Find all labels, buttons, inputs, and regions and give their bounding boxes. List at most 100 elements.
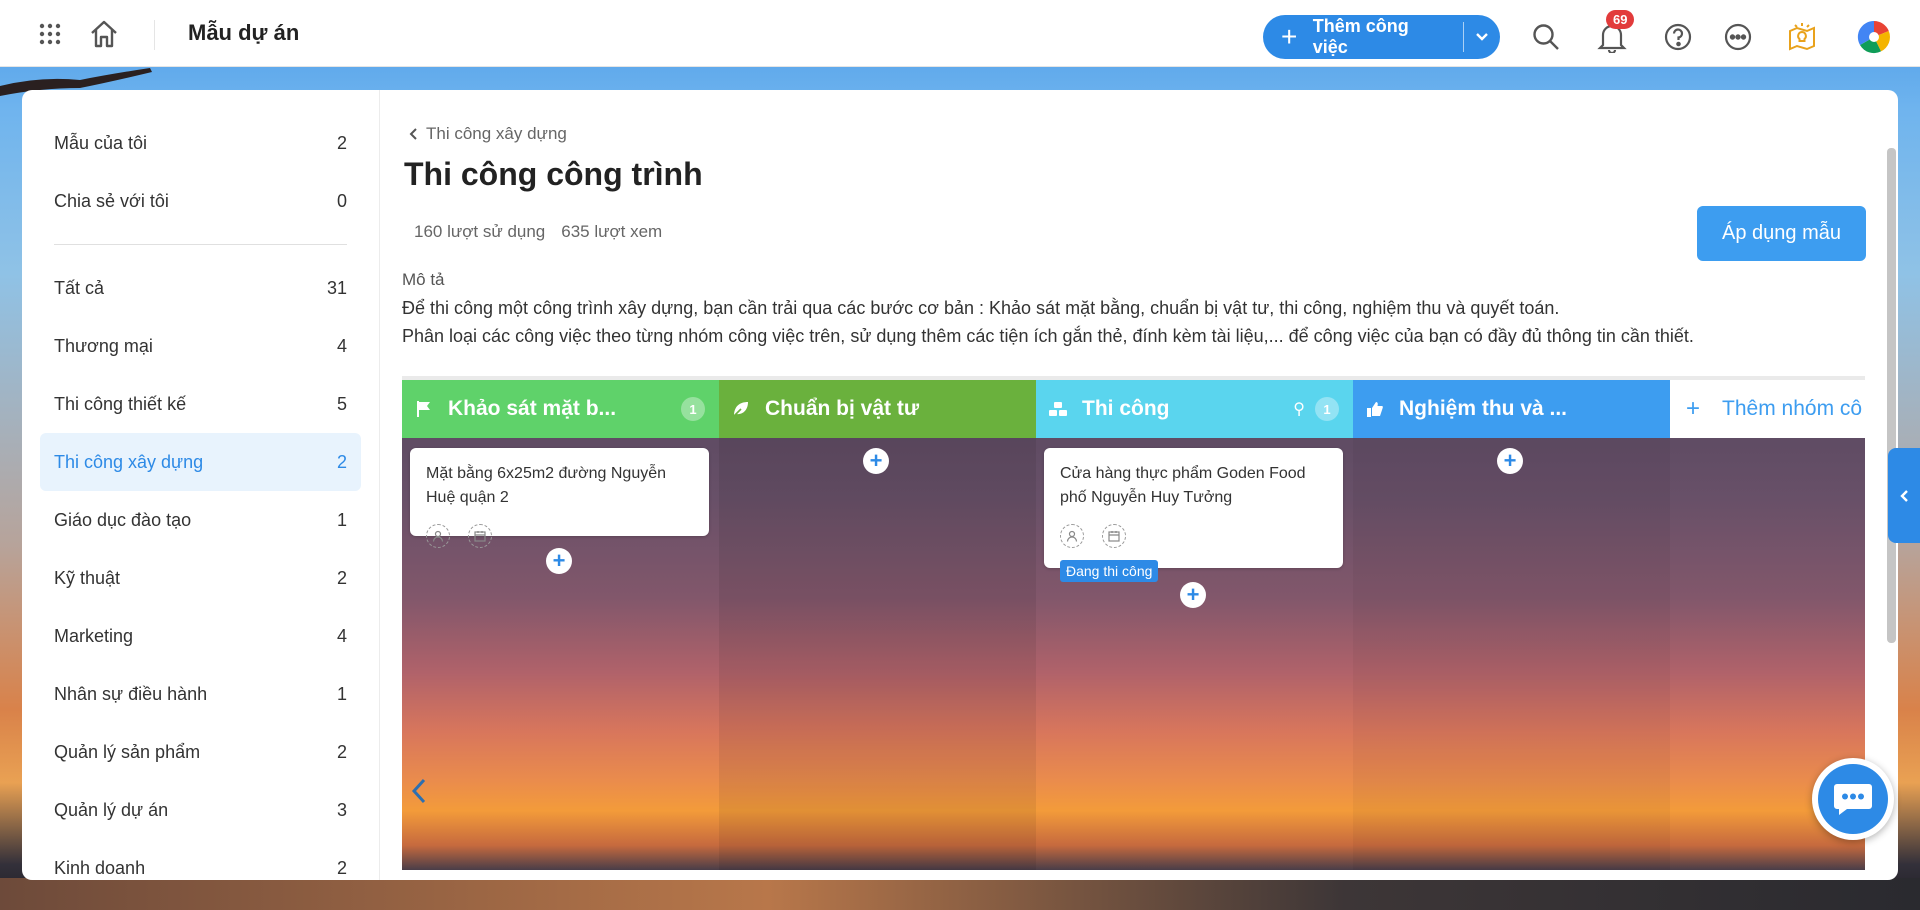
more-icon[interactable]: [1718, 17, 1758, 57]
chat-icon: [1818, 764, 1888, 834]
column-menu-icon[interactable]: ⚲: [1293, 399, 1305, 419]
thumbs-up-icon: [1365, 401, 1385, 417]
category-sidebar: Mẫu của tôi 2 Chia sẻ với tôi 0 Tất cả 3…: [22, 90, 380, 880]
card-actions: [1060, 524, 1327, 548]
apps-grid-icon[interactable]: [30, 14, 70, 54]
sidebar-item-my-templates[interactable]: Mẫu của tôi 2: [40, 114, 361, 172]
add-task-button[interactable]: + Thêm công việc: [1263, 15, 1500, 59]
chevron-left-icon: [409, 128, 417, 140]
sidebar-item-count: 2: [336, 741, 347, 762]
apply-template-button[interactable]: Áp dụng mẫu: [1697, 206, 1866, 261]
leaf-icon: [731, 400, 751, 418]
sidebar-item-product-management[interactable]: Quản lý sản phẩm 2: [40, 723, 361, 781]
sidebar-item-hr-management[interactable]: Nhân sự điều hành 1: [40, 665, 361, 723]
column-header-materials[interactable]: Chuẩn bị vật tư: [719, 380, 1036, 438]
card-actions: [426, 524, 693, 548]
column-count: 1: [681, 397, 705, 421]
sidebar-divider: [54, 244, 347, 245]
calendar-icon[interactable]: [468, 524, 492, 548]
description-label: Mô tả: [402, 270, 445, 289]
usage-count: 160 lượt sử dụng: [414, 222, 546, 241]
add-card-button[interactable]: +: [1497, 448, 1523, 474]
sidebar-item-building-construction[interactable]: Thi công xây dựng 2: [40, 433, 361, 491]
column-title: Chuẩn bị vật tư: [765, 397, 920, 420]
breadcrumb[interactable]: Thi công xây dựng: [408, 124, 567, 144]
sidebar-item-count: 1: [336, 683, 347, 704]
status-tag[interactable]: Đang thi công: [1060, 560, 1159, 582]
sidebar-item-count: 5: [336, 393, 347, 414]
top-bar: Mẫu dự án + Thêm công việc 69: [0, 0, 1920, 67]
board-preview: Khảo sát mặt b... 1 Chuẩn bị vật tư Thi …: [402, 376, 1865, 870]
add-card-button[interactable]: +: [1180, 582, 1206, 608]
sidebar-item-count: 0: [336, 190, 347, 211]
column-title: Khảo sát mặt b...: [448, 397, 617, 420]
card-title: Mặt bằng 6x25m2 đường Nguyễn Huệ quận 2: [426, 465, 667, 506]
description-text: Để thi công một công trình xây dựng, bạn…: [402, 298, 1560, 318]
sidebar-item-label: Marketing: [54, 625, 134, 646]
sidebar-item-count: 1: [336, 509, 347, 530]
sidebar-item-label: Kinh doanh: [54, 857, 146, 878]
view-count: 635 lượt xem: [561, 222, 663, 241]
search-icon[interactable]: [1526, 17, 1566, 57]
column-header-acceptance[interactable]: Nghiệm thu và ...: [1353, 380, 1670, 438]
sidebar-item-label: Tất cả: [54, 277, 105, 298]
page-title: Thi công công trình: [404, 156, 703, 192]
sidebar-item-label: Mẫu của tôi: [54, 132, 148, 153]
add-group-button[interactable]: + Thêm nhóm cô: [1670, 380, 1865, 438]
sidebar-item-label: Quản lý sản phẩm: [54, 741, 201, 762]
header-divider: [154, 20, 155, 50]
column-header-survey[interactable]: Khảo sát mặt b... 1: [402, 380, 719, 438]
add-card-button[interactable]: +: [546, 548, 572, 574]
task-card[interactable]: Cửa hàng thực phẩm Goden Food phố Nguyễn …: [1044, 448, 1343, 582]
column-header-construction[interactable]: Thi công ⚲ 1: [1036, 380, 1353, 438]
sidebar-item-count: 4: [336, 625, 347, 646]
plus-icon: +: [1281, 21, 1298, 52]
sidebar-item-design-construction[interactable]: Thi công thiết kế 5: [40, 375, 361, 433]
calendar-icon[interactable]: [1102, 524, 1126, 548]
assignee-icon[interactable]: [1060, 524, 1084, 548]
sidebar-item-commerce[interactable]: Thương mại 4: [40, 317, 361, 375]
assignee-icon[interactable]: [426, 524, 450, 548]
sidebar-item-count: 2: [336, 132, 347, 153]
chevron-left-icon: [1900, 489, 1908, 502]
sidebar-item-count: 31: [326, 277, 347, 298]
sidebar-item-all[interactable]: Tất cả 31: [40, 259, 361, 317]
expand-panel-button[interactable]: [1888, 448, 1920, 543]
sidebar-item-count: 2: [336, 857, 347, 878]
template-detail-panel: Thi công xây dựng Thi công công trình 16…: [380, 90, 1898, 880]
sidebar-item-label: Thi công thiết kế: [54, 393, 187, 414]
chat-button[interactable]: [1812, 758, 1894, 840]
sidebar-item-count: 2: [336, 567, 347, 588]
scroll-left-icon[interactable]: [410, 776, 428, 811]
sidebar-item-label: Nhân sự điều hành: [54, 683, 208, 704]
column-body: [719, 438, 1036, 870]
brand-logo-icon[interactable]: [1854, 17, 1894, 57]
sidebar-item-project-management[interactable]: Quản lý dự án 3: [40, 781, 361, 839]
sidebar-item-sales[interactable]: Kinh doanh 2: [40, 839, 361, 897]
sidebar-item-label: Quản lý dự án: [54, 799, 169, 820]
description-text: Phân loại các công việc theo từng nhóm c…: [402, 326, 1694, 346]
breadcrumb-label: Thi công xây dựng: [426, 124, 567, 143]
lightbulb-map-icon[interactable]: [1782, 17, 1822, 57]
column-title: Nghiệm thu và ...: [1399, 397, 1568, 420]
help-icon[interactable]: [1658, 17, 1698, 57]
page-scrollbar[interactable]: [1887, 148, 1896, 643]
sidebar-item-shared-with-me[interactable]: Chia sẻ với tôi 0: [40, 172, 361, 230]
sidebar-item-count: 4: [336, 335, 347, 356]
add-task-label: Thêm công việc: [1312, 16, 1409, 57]
column-title: Thi công: [1082, 397, 1170, 420]
chevron-down-icon[interactable]: [1464, 32, 1500, 42]
add-card-button[interactable]: +: [863, 448, 889, 474]
sidebar-item-count: 2: [336, 451, 347, 472]
notification-badge: 69: [1606, 10, 1635, 29]
add-group-label: Thêm nhóm cô: [1722, 397, 1863, 420]
column-count: 1: [1315, 397, 1339, 421]
sidebar-item-marketing[interactable]: Marketing 4: [40, 607, 361, 665]
template-stats: 160 lượt sử dụng 635 lượt xem: [414, 222, 662, 242]
task-card[interactable]: Mặt bằng 6x25m2 đường Nguyễn Huệ quận 2: [410, 448, 709, 548]
home-icon[interactable]: [84, 14, 124, 54]
blocks-icon: [1048, 401, 1068, 417]
sidebar-item-education[interactable]: Giáo dục đào tạo 1: [40, 491, 361, 549]
sidebar-item-engineering[interactable]: Kỹ thuật 2: [40, 549, 361, 607]
sidebar-item-label: Chia sẻ với tôi: [54, 190, 169, 211]
